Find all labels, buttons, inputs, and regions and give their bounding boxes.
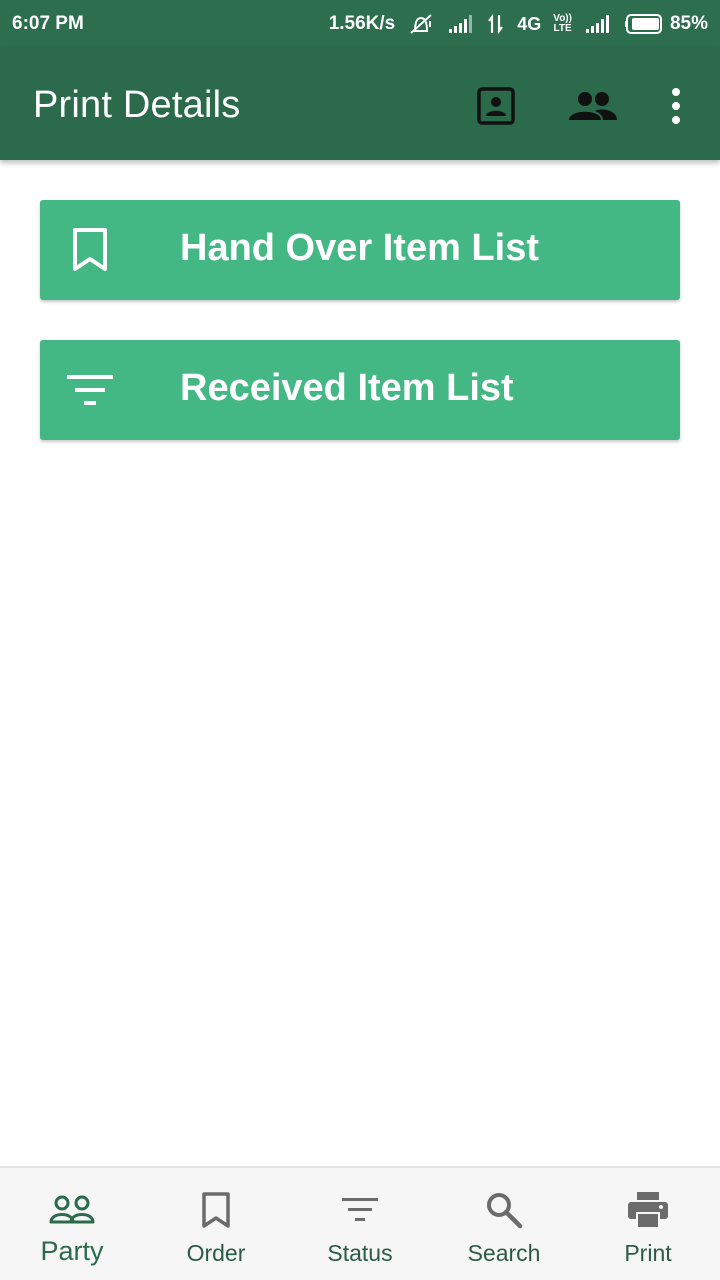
filter-icon xyxy=(66,366,114,414)
search-icon xyxy=(480,1188,528,1232)
contact-icon[interactable] xyxy=(474,84,518,128)
signal-icon xyxy=(584,13,612,35)
page-title: Print Details xyxy=(33,84,241,126)
people-outline-icon xyxy=(48,1188,96,1232)
group-icon[interactable] xyxy=(568,84,618,128)
printer-icon xyxy=(624,1188,672,1232)
bottom-navigation: Party Order Status Search Print xyxy=(0,1166,720,1280)
volte-indicator: Vo)) LTE xyxy=(553,14,572,34)
battery-icon xyxy=(624,13,664,35)
nav-label-party: Party xyxy=(40,1236,104,1266)
nav-item-party[interactable]: Party xyxy=(0,1168,144,1280)
filter-icon xyxy=(336,1188,384,1232)
status-indicators: 1.56K/s 4G Vo)) LTE 85% xyxy=(329,11,708,37)
bookmark-icon xyxy=(192,1188,240,1232)
received-item-list-label: Received Item List xyxy=(180,367,514,409)
volte-bottom: LTE xyxy=(553,23,572,34)
app-bar: Print Details xyxy=(0,48,720,160)
nav-label-search: Search xyxy=(467,1240,541,1266)
nav-item-search[interactable]: Search xyxy=(432,1168,576,1280)
bookmark-icon xyxy=(66,226,114,274)
status-network-speed: 1.56K/s xyxy=(328,13,396,34)
received-item-list-button[interactable]: Received Item List xyxy=(40,340,680,440)
hand-over-item-list-label: Hand Over Item List xyxy=(180,227,539,269)
status-network-type: 4G xyxy=(517,13,542,34)
more-vert-icon[interactable] xyxy=(660,84,692,128)
nav-item-print[interactable]: Print xyxy=(576,1168,720,1280)
alarm-off-icon xyxy=(407,11,435,37)
hand-over-item-list-button[interactable]: Hand Over Item List xyxy=(40,200,680,300)
battery-indicator: 85% xyxy=(624,13,708,35)
nav-item-order[interactable]: Order xyxy=(144,1168,288,1280)
nav-label-status: Status xyxy=(327,1240,393,1266)
status-bar: 6:07 PM 1.56K/s 4G Vo)) LTE 85% xyxy=(0,0,720,48)
nav-label-order: Order xyxy=(186,1240,246,1266)
status-time: 6:07 PM xyxy=(12,13,84,34)
nav-label-print: Print xyxy=(624,1240,672,1266)
nav-item-status[interactable]: Status xyxy=(288,1168,432,1280)
data-arrows-icon xyxy=(487,13,505,35)
signal-icon xyxy=(447,13,475,35)
battery-percent: 85% xyxy=(669,13,708,34)
